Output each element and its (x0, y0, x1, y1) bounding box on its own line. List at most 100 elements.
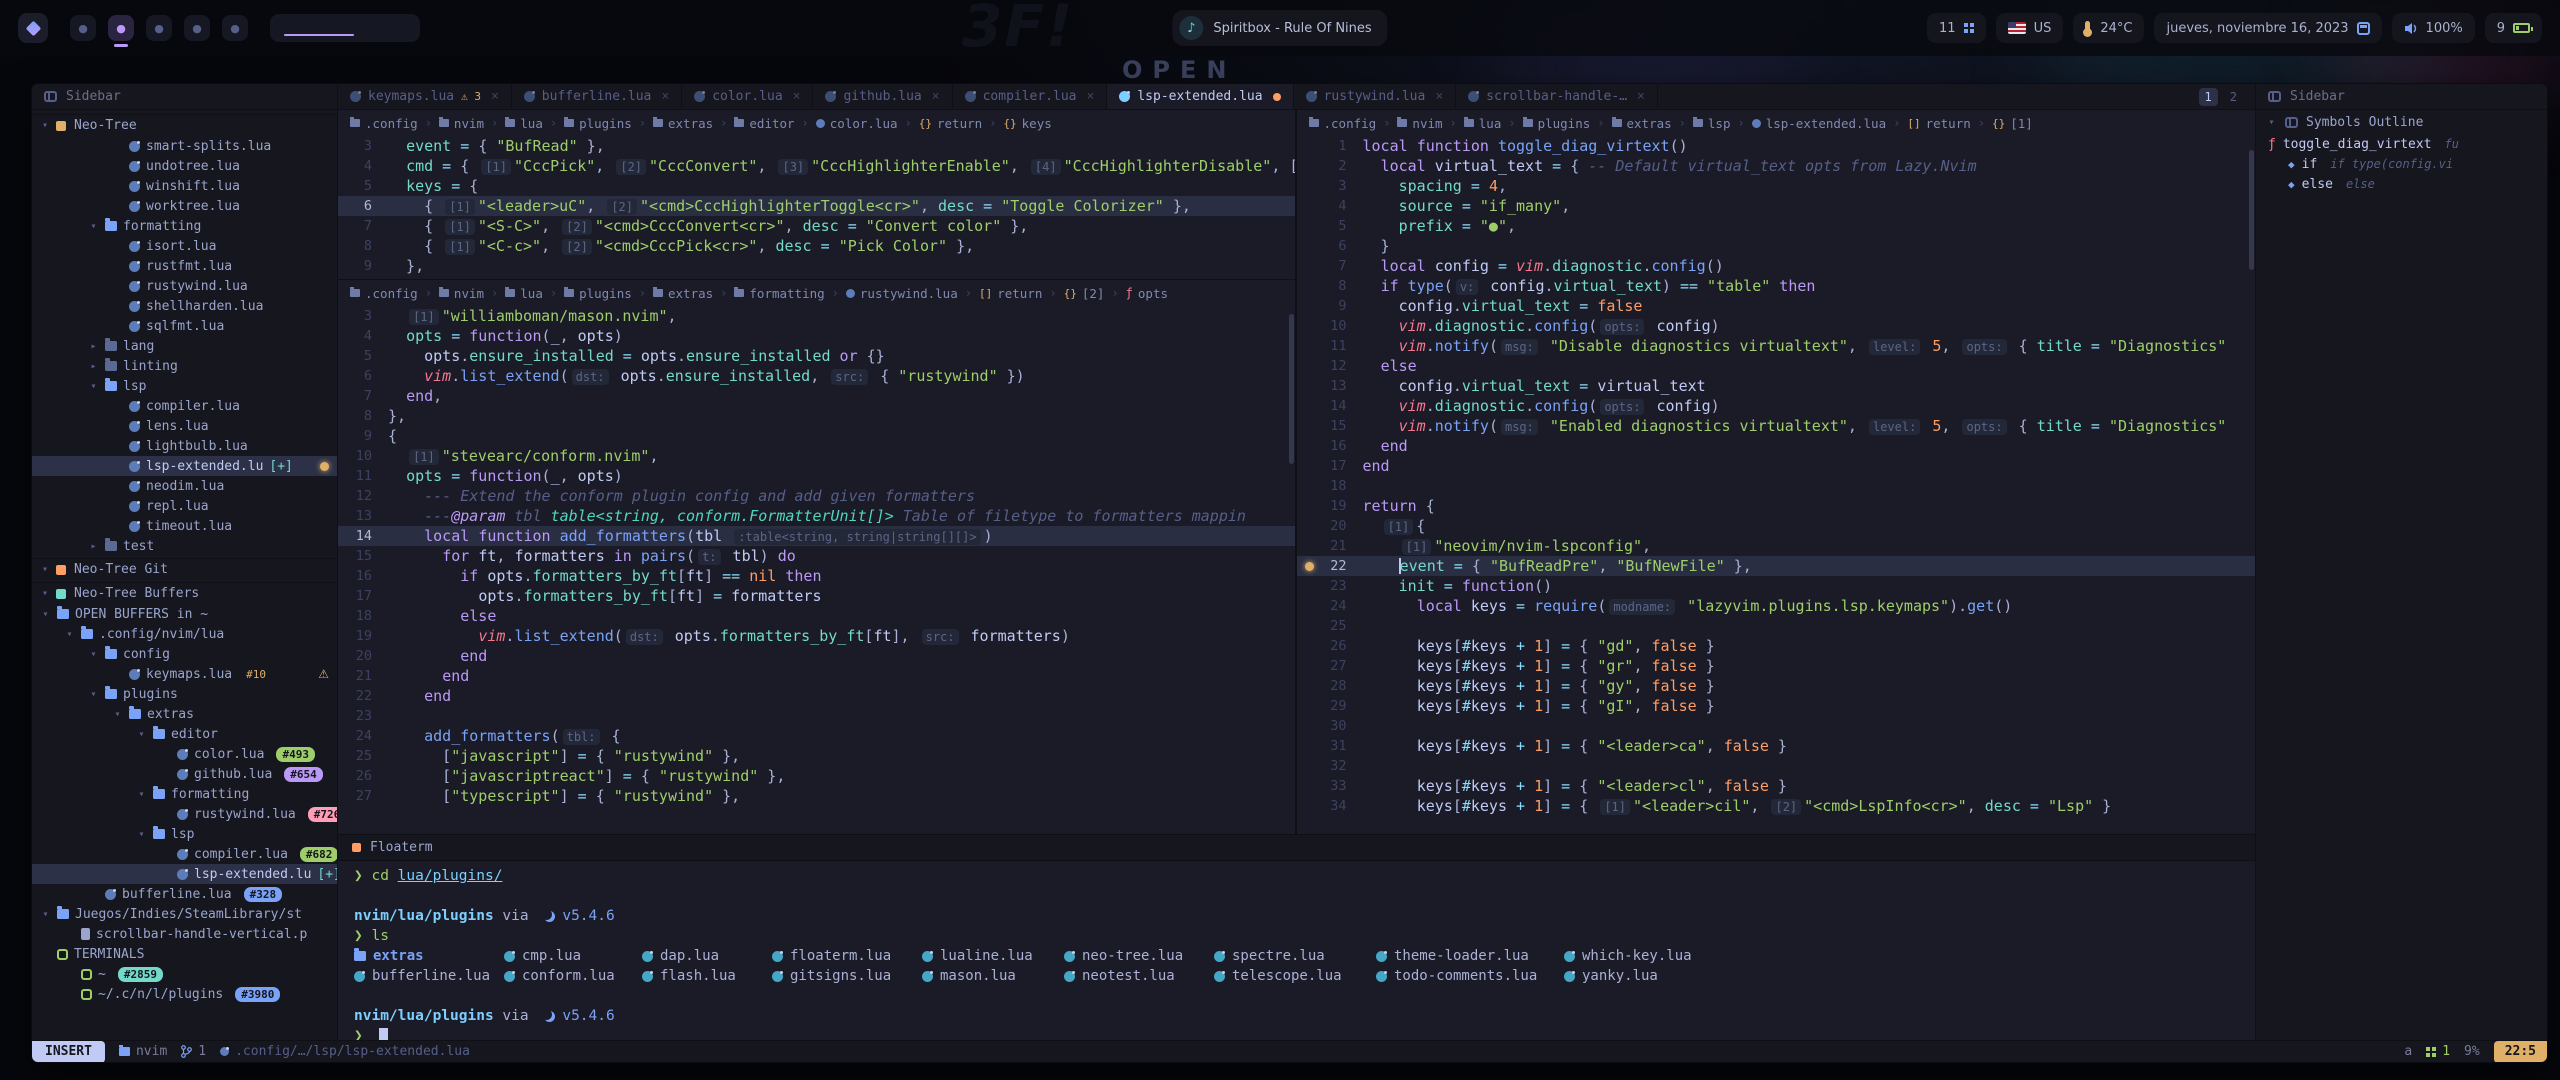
date-pill[interactable]: jueves, noviembre 16, 2023 (2154, 13, 2381, 43)
tree-item[interactable]: compiler.lua#682 (32, 844, 337, 864)
file-entry[interactable]: neotest.lua (1064, 968, 1214, 984)
breadcrumb[interactable]: .config›nvim›lua›plugins›extras›lsp›lsp-… (1297, 110, 2256, 136)
tree-item[interactable]: ▾formatting (32, 784, 337, 804)
breadcrumb-item[interactable]: .config (350, 286, 418, 301)
breadcrumb-item[interactable]: .config (1309, 116, 1377, 131)
launcher-button[interactable] (18, 13, 48, 43)
tree-item[interactable]: ▾extras (32, 704, 337, 724)
file-entry[interactable]: bufferline.lua (354, 968, 504, 984)
tree-item[interactable]: ▾formatting (32, 216, 337, 236)
tree-item[interactable]: bufferline.lua#328 (32, 884, 337, 904)
breadcrumb-item[interactable]: editor (734, 116, 794, 131)
tree-item[interactable]: ▾Juegos/Indies/SteamLibrary/st (32, 904, 337, 924)
file-entry[interactable]: conform.lua (504, 968, 642, 984)
breadcrumb-item[interactable]: lsp (1693, 116, 1731, 131)
tree-item[interactable]: rustywind.lua#726 (32, 804, 337, 824)
breadcrumb-item[interactable]: nvim (439, 116, 484, 131)
tree-item[interactable]: TERMINALS (32, 944, 337, 964)
tree-item[interactable]: undotree.lua (32, 156, 337, 176)
symbols-list[interactable]: ƒtoggle_diag_virtextfu◆ifif type(config.… (2256, 134, 2547, 194)
scrollbar-thumb[interactable] (2249, 150, 2254, 270)
breadcrumb-item[interactable]: plugins (564, 116, 632, 131)
breadcrumb-item[interactable]: formatting (734, 286, 824, 301)
tree-item[interactable]: ▾.config/nvim/lua (32, 624, 337, 644)
workspace-3[interactable]: ● (146, 15, 172, 41)
tree-item[interactable]: ▸lang (32, 336, 337, 356)
file-entry[interactable]: mason.lua (922, 968, 1064, 984)
workspace-1[interactable]: ● (70, 15, 96, 41)
breadcrumb-item[interactable]: .config (350, 116, 418, 131)
tab-compiler-lua[interactable]: compiler.lua× (953, 84, 1108, 109)
tree-item[interactable]: keymaps.lua#10⚠ (32, 664, 337, 684)
tab-number-2[interactable]: 2 (2224, 88, 2243, 106)
close-icon[interactable]: × (1435, 89, 1443, 104)
breadcrumb-item[interactable]: lua (505, 286, 543, 301)
tab-rustywind-lua[interactable]: rustywind.lua× (1294, 84, 1457, 109)
breadcrumb-item[interactable]: {}keys (1003, 116, 1051, 131)
file-entry[interactable]: extras (354, 948, 504, 964)
tree-item[interactable]: ▾plugins (32, 684, 337, 704)
volume-pill[interactable]: 100% (2392, 13, 2475, 43)
file-entry[interactable]: theme-loader.lua (1376, 948, 1564, 964)
breadcrumb-item[interactable]: lua (505, 116, 543, 131)
symbol-item[interactable]: ◆elseelse (2256, 174, 2547, 194)
file-entry[interactable]: flash.lua (642, 968, 772, 984)
tree-item[interactable]: github.lua#654 (32, 764, 337, 784)
breadcrumb-item[interactable]: nvim (439, 286, 484, 301)
workspace-4[interactable]: ● (184, 15, 210, 41)
file-entry[interactable]: neo-tree.lua (1064, 948, 1214, 964)
close-icon[interactable]: × (491, 89, 499, 104)
tree-item[interactable]: rustfmt.lua (32, 256, 337, 276)
breadcrumb-item[interactable]: plugins (1523, 116, 1591, 131)
tree-item[interactable]: ▾config (32, 644, 337, 664)
breadcrumb-item[interactable]: color.lua (816, 116, 898, 131)
file-entry[interactable]: spectre.lua (1214, 948, 1376, 964)
tab-scrollbar-handle-[interactable]: scrollbar-handle-…× (1456, 84, 1658, 109)
code-area[interactable]: 1local function toggle_diag_virtext()2 l… (1297, 136, 2256, 834)
code-area[interactable]: 3 [1]"williamboman/mason.nvim",4 opts = … (338, 306, 1295, 834)
tree-item[interactable]: compiler.lua (32, 396, 337, 416)
breadcrumb-item[interactable]: {}return (919, 116, 982, 131)
close-icon[interactable]: × (661, 89, 669, 104)
breadcrumb-item[interactable]: extras (653, 116, 713, 131)
tab-number-1[interactable]: 1 (2199, 88, 2218, 106)
scrollbar-thumb[interactable] (1289, 314, 1294, 464)
file-entry[interactable]: yanky.lua (1564, 968, 2255, 984)
media-notification[interactable]: ♪ Spiritbox - Rule Of Nines (1172, 10, 1387, 46)
tree-item[interactable]: lightbulb.lua (32, 436, 337, 456)
symbol-item[interactable]: ƒtoggle_diag_virtextfu (2256, 134, 2547, 154)
breadcrumb-item[interactable]: {}[1] (1992, 116, 2033, 131)
close-icon[interactable]: × (1637, 89, 1645, 104)
breadcrumb-item[interactable]: lsp-extended.lua (1752, 116, 1886, 131)
workspace-2[interactable]: ● (108, 15, 134, 41)
tree-item[interactable]: lsp-extended.lu[+] (32, 864, 337, 884)
tree-item[interactable]: smart-splits.lua (32, 136, 337, 156)
breadcrumb-item[interactable]: rustywind.lua (846, 286, 958, 301)
breadcrumb-item[interactable]: []return (1907, 116, 1970, 131)
tree-section-neo-tree-buffers[interactable]: ▾Neo-Tree Buffers (32, 582, 337, 604)
tree-item[interactable]: shellharden.lua (32, 296, 337, 316)
tree-item[interactable]: scrollbar-handle-vertical.p (32, 924, 337, 944)
tree-item[interactable]: winshift.lua (32, 176, 337, 196)
tab-lsp-extended-lua[interactable]: lsp-extended.lua (1107, 84, 1293, 109)
temperature-pill[interactable]: 24°C (2073, 13, 2144, 43)
tab-keymaps-lua[interactable]: keymaps.lua⚠ 3× (338, 84, 512, 109)
breadcrumb-item[interactable]: ƒopts (1126, 286, 1168, 301)
breadcrumb-item[interactable]: extras (653, 286, 713, 301)
tree-item[interactable]: timeout.lua (32, 516, 337, 536)
tree-item[interactable]: color.lua#493 (32, 744, 337, 764)
close-icon[interactable]: × (1087, 89, 1095, 104)
breadcrumb[interactable]: .config›nvim›lua›plugins›extras›editor›c… (338, 110, 1295, 136)
tree-item[interactable]: repl.lua (32, 496, 337, 516)
tree-item[interactable]: neodim.lua (32, 476, 337, 496)
window-title-widget[interactable] (270, 14, 420, 42)
file-entry[interactable]: cmp.lua (504, 948, 642, 964)
tree-section-neo-tree-git[interactable]: ▾Neo-Tree Git (32, 558, 337, 580)
tree-item[interactable]: sqlfmt.lua (32, 316, 337, 336)
close-icon[interactable]: × (932, 89, 940, 104)
breadcrumb-item[interactable]: lua (1464, 116, 1502, 131)
breadcrumb-item[interactable]: []return (979, 286, 1042, 301)
tab-bufferline-lua[interactable]: bufferline.lua× (512, 84, 682, 109)
file-entry[interactable]: gitsigns.lua (772, 968, 922, 984)
tree-item[interactable]: ▾lsp (32, 376, 337, 396)
